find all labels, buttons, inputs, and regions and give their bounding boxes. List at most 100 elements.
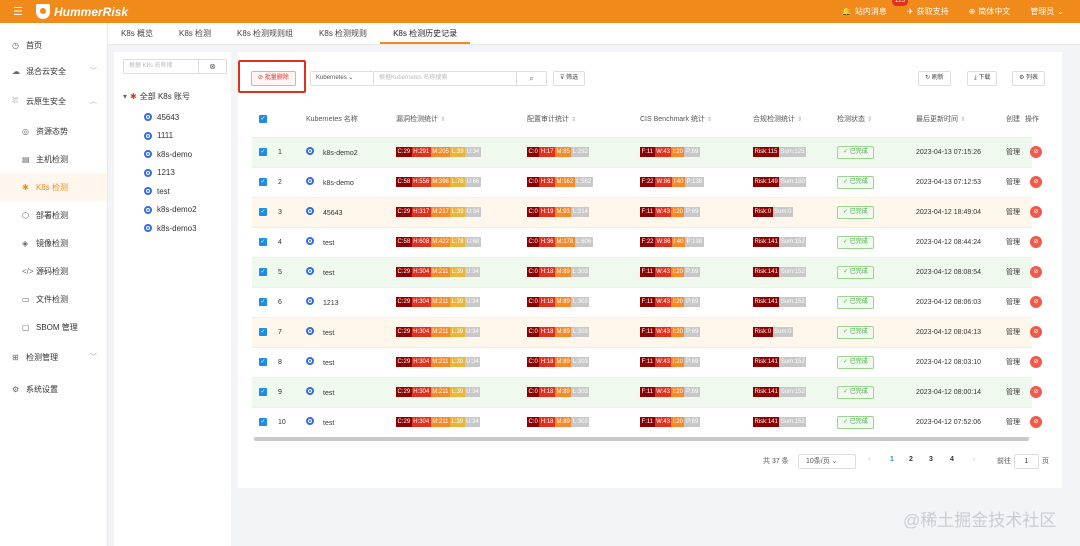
table-row[interactable]: ✓ 5 test C:29 H:304 M:211 L:39 U:34 C:0 H:18 M:89 L… (252, 257, 1042, 288)
refresh-button[interactable]: ↻ 刷新 (918, 71, 951, 86)
table-row[interactable]: ✓ 8 test C:29 H:304 M:211 L:39 U:34 C:0 H:18 M:89 L… (252, 347, 1042, 378)
config-tag: H:18 (539, 297, 556, 307)
page-number[interactable]: 1 (890, 456, 894, 463)
table-row[interactable]: ✓ 3 45643 C:29 H:317 M:217 L:39 U:34 C:0 H:19 M:93… (252, 197, 1042, 228)
menu-toggle-icon[interactable]: ☰ (0, 5, 36, 18)
tab[interactable]: K8s 检测规则 (306, 23, 380, 44)
tree-node[interactable]: 1213 (144, 164, 197, 183)
batch-delete-button[interactable]: ⊘ 批量删除 (251, 71, 296, 86)
delete-row-icon[interactable]: ⊘ (1030, 266, 1042, 278)
sort-icon[interactable]: ⇕ (797, 117, 802, 123)
col-vuln[interactable]: 漏洞检测统计 ⇕ (396, 101, 527, 138)
row-checkbox[interactable]: ✓ (259, 328, 267, 336)
delete-row-icon[interactable]: ⊘ (1030, 386, 1042, 398)
sort-icon[interactable]: ⇕ (707, 117, 712, 123)
sidebar-item[interactable]: ▤ 主机检测 (0, 145, 107, 173)
row-checkbox[interactable]: ✓ (259, 178, 267, 186)
download-button[interactable]: ⤓ 下载 (967, 71, 998, 86)
sort-icon[interactable]: ⇕ (960, 117, 965, 123)
table-row[interactable]: ✓ 2 k8s-demo C:58 H:556 M:398 L:78 U:66 C:0 H:32 M… (252, 167, 1042, 198)
page-number[interactable]: 4 (950, 456, 954, 463)
col-compliance[interactable]: 合规检测统计 ⇕ (753, 101, 837, 138)
delete-row-icon[interactable]: ⊘ (1030, 296, 1042, 308)
col-config[interactable]: 配置审计统计 ⇕ (527, 101, 640, 138)
row-checkbox[interactable]: ✓ (259, 298, 267, 306)
tab[interactable]: K8s 检测 (166, 23, 224, 44)
page-size-select[interactable]: 10条/页 ⌄ (798, 454, 856, 469)
messages-link[interactable]: 🔔 站内消息 123 (842, 0, 908, 17)
prev-page-icon[interactable]: ‹ (868, 456, 870, 463)
search-input[interactable]: 根据Kubernetes 名称搜索 (374, 71, 517, 86)
delete-row-icon[interactable]: ⊘ (1030, 236, 1042, 248)
table-row[interactable]: ✓ 6 1213 C:29 H:304 M:211 L:39 U:34 C:0 H:18 M:89 L… (252, 287, 1042, 318)
table-row[interactable]: ✓ 1 k8s-demo2 C:29 H:291 M:205 L:39 U:34 C:0 H:17… (252, 137, 1042, 168)
search-icon[interactable]: ⌕ (517, 71, 547, 86)
filter-button[interactable]: ⊽ 筛选 (553, 71, 586, 86)
col-name[interactable]: Kubernetes 名称 (306, 101, 396, 138)
row-checkbox[interactable]: ✓ (259, 418, 267, 426)
delete-row-icon[interactable]: ⊘ (1030, 416, 1042, 428)
user-menu[interactable]: 管理员 ⌄ (1030, 6, 1064, 17)
delete-row-icon[interactable]: ⊘ (1030, 176, 1042, 188)
sidebar-item[interactable]: </> 源码检测 (0, 257, 107, 285)
page-number[interactable]: 2 (909, 456, 913, 463)
sidebar-item[interactable]: ✱ K8s 检测 (0, 173, 107, 201)
support-link[interactable]: ✈ 获取支持 (907, 6, 949, 17)
col-updated[interactable]: 最后更新时间 ⇕ (916, 101, 1006, 138)
columns-button[interactable]: ⚙ 列表 (1012, 71, 1046, 86)
sidebar-item[interactable]: ⛆ 云原生安全 ︿ (0, 87, 107, 115)
sidebar-item[interactable]: ⚙ 系统设置 (0, 375, 107, 403)
sidebar-item[interactable]: ⊞ 检测管理 ﹀ (0, 343, 107, 371)
select-all-checkbox[interactable]: ✓ (259, 114, 267, 123)
sidebar-item[interactable]: ◎ 资源态势 (0, 117, 107, 145)
tree-search-input[interactable]: 根据 K8s 名称搜 (124, 60, 198, 73)
filter-field-select[interactable]: Kubernetes ⌄ (310, 71, 374, 86)
tree-node[interactable]: k8s-demo3 (144, 219, 197, 238)
tree-search[interactable]: 根据 K8s 名称搜 ⊗ (123, 59, 227, 74)
table-row[interactable]: ✓ 9 test C:29 H:304 M:211 L:39 U:34 C:0 H:18 M:89 L… (252, 377, 1042, 408)
delete-row-icon[interactable]: ⊘ (1030, 356, 1042, 368)
tree-root[interactable]: ▾ ✱ 全部 K8s 账号 (123, 91, 190, 102)
col-status[interactable]: 检测状态 ⇕ (837, 101, 916, 138)
row-checkbox[interactable]: ✓ (259, 148, 267, 156)
row-checkbox[interactable]: ✓ (259, 388, 267, 396)
account-tree-panel: 根据 K8s 名称搜 ⊗ ▾ ✱ 全部 K8s 账号 45643 1111 k8s-… (114, 52, 231, 546)
goto-page-input[interactable]: 1 (1014, 454, 1039, 469)
sidebar-item[interactable]: ◷ 首页 (0, 31, 107, 59)
next-page-icon[interactable]: › (973, 456, 975, 463)
table-row[interactable]: ✓ 7 test C:29 H:304 M:211 L:39 U:34 C:0 H:18 M:89 L… (252, 317, 1042, 348)
tab[interactable]: K8s 检测规则组 (224, 23, 306, 44)
sort-icon[interactable]: ⇕ (571, 117, 576, 123)
row-checkbox[interactable]: ✓ (259, 358, 267, 366)
tree-node[interactable]: 1111 (144, 127, 197, 146)
sort-icon[interactable]: ⇕ (440, 117, 445, 123)
col-cis[interactable]: CIS Benchmark 统计 ⇕ (640, 101, 753, 138)
sidebar-item[interactable]: ◈ 镜像检测 (0, 229, 107, 257)
delete-row-icon[interactable]: ⊘ (1030, 146, 1042, 158)
sidebar-item[interactable]: ☁ 混合云安全 ﹀ (0, 57, 107, 85)
col-creator[interactable]: 创建 (1006, 101, 1025, 138)
tab[interactable]: K8s 检测历史记录 (380, 23, 471, 44)
row-checkbox[interactable]: ✓ (259, 208, 267, 216)
language-switch[interactable]: ⊕ 简体中文 (969, 6, 1011, 17)
sidebar-item[interactable]: ▢ SBOM 管理 (0, 313, 107, 341)
cell-op: ⊘ (1025, 257, 1042, 288)
tree-node[interactable]: k8s-demo (144, 145, 197, 164)
tree-node[interactable]: 45643 (144, 108, 197, 127)
caret-down-icon: ▾ (123, 92, 128, 101)
delete-row-icon[interactable]: ⊘ (1030, 206, 1042, 218)
row-checkbox[interactable]: ✓ (259, 238, 267, 246)
sort-icon[interactable]: ⇕ (867, 117, 872, 123)
tree-search-icon[interactable]: ⊗ (198, 60, 226, 73)
tab[interactable]: K8s 概览 (108, 23, 166, 44)
sidebar-item[interactable]: ⬡ 部署检测 (0, 201, 107, 229)
row-checkbox[interactable]: ✓ (259, 268, 267, 276)
table-row[interactable]: ✓ 10 test C:29 H:304 M:211 L:39 U:34 C:0 H:18 M:89… (252, 407, 1042, 438)
delete-row-icon[interactable]: ⊘ (1030, 326, 1042, 338)
tree-node[interactable]: test (144, 182, 197, 201)
sidebar-item[interactable]: ▭ 文件检测 (0, 285, 107, 313)
horizontal-scrollbar[interactable] (254, 437, 1029, 441)
tree-node[interactable]: k8s-demo2 (144, 201, 197, 220)
table-row[interactable]: ✓ 4 test C:58 H:608 M:422 L:78 U:68 C:0 H:36 M:178… (252, 227, 1042, 258)
page-number[interactable]: 3 (929, 456, 933, 463)
